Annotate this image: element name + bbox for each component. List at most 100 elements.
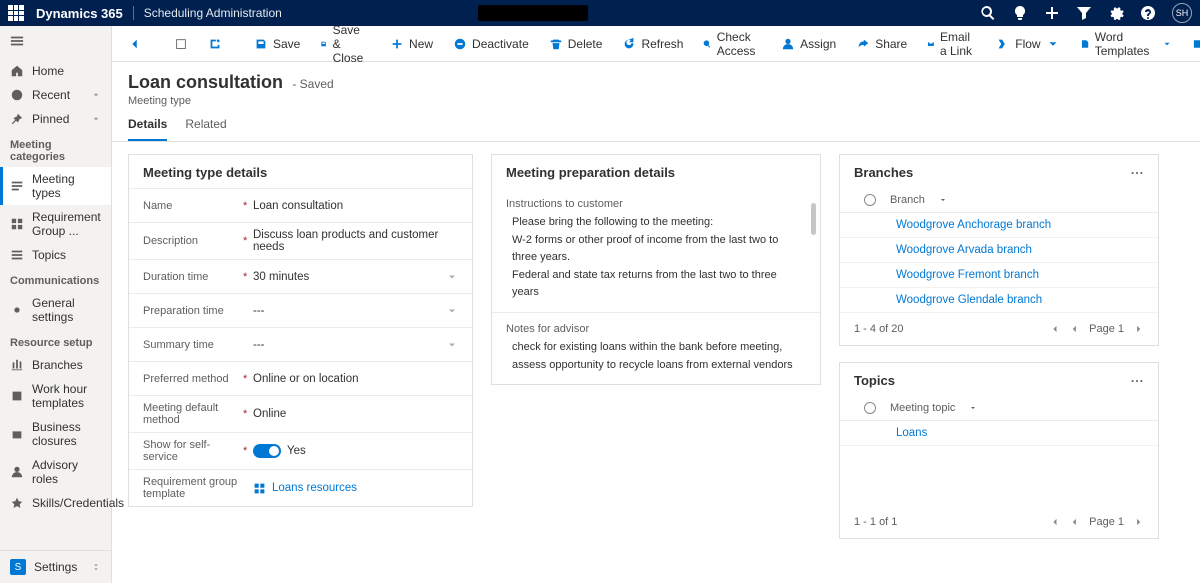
sidebar-label: Work hour templates [32, 382, 101, 410]
pager-first-icon[interactable] [1049, 324, 1059, 334]
chevron-down-icon[interactable] [446, 339, 458, 351]
sidebar-label: Topics [32, 248, 66, 262]
chevron-down-icon[interactable] [446, 305, 458, 317]
pager-prev-icon[interactable] [1069, 324, 1079, 334]
open-record-set-button[interactable] [166, 33, 196, 55]
delete-button[interactable]: Delete [541, 33, 611, 55]
pager-next-icon[interactable] [1134, 517, 1144, 527]
refresh-button[interactable]: Refresh [614, 33, 691, 55]
chevron-down-icon[interactable] [446, 271, 458, 283]
sidebar-settings-button[interactable]: S Settings [0, 550, 111, 583]
chevron-down-icon [939, 196, 947, 204]
check-access-button[interactable]: Check Access [695, 26, 769, 62]
card-title: Meeting preparation details [492, 155, 820, 188]
sidebar-item-closures[interactable]: Business closures [0, 415, 111, 453]
topics-pager: 1 - 1 of 1 Page 1 [840, 506, 1158, 538]
more-icon[interactable] [1130, 374, 1144, 388]
sidebar-item-advisory[interactable]: Advisory roles [0, 453, 111, 491]
tab-details[interactable]: Details [128, 117, 167, 141]
help-icon[interactable] [1140, 5, 1156, 21]
main-area: Save Save & Close New Deactivate Delete … [112, 26, 1200, 583]
lookup-link[interactable]: Loans resources [272, 482, 357, 494]
meeting-type-details-card: Meeting type details Name*Loan consultat… [128, 154, 473, 507]
field-default-method[interactable]: Meeting default method*Online [129, 395, 472, 432]
notes-label: Notes for advisor [506, 323, 806, 335]
assign-button[interactable]: Assign [773, 33, 844, 55]
save-button[interactable]: Save [246, 33, 308, 55]
back-button[interactable] [120, 33, 150, 55]
chevron-down-icon [1046, 37, 1060, 51]
sidebar-label: Settings [34, 560, 77, 574]
list-item[interactable]: Woodgrove Anchorage branch [840, 213, 1158, 238]
user-avatar[interactable]: SH [1172, 3, 1192, 23]
sidebar-item-general-settings[interactable]: General settings [0, 291, 111, 329]
chevron-down-icon [91, 90, 101, 100]
run-report-button[interactable]: Run Report [1184, 26, 1200, 62]
pager-prev-icon[interactable] [1069, 517, 1079, 527]
field-req-group[interactable]: Requirement group templateLoans resource… [129, 469, 472, 506]
list-item[interactable]: Woodgrove Arvada branch [840, 238, 1158, 263]
more-icon[interactable] [1130, 166, 1144, 180]
sidebar-item-skills[interactable]: Skills/Credentials [0, 491, 111, 515]
field-duration[interactable]: Duration time*30 minutes [129, 259, 472, 293]
popout-button[interactable] [200, 33, 230, 55]
gear-icon[interactable] [1108, 5, 1124, 21]
email-link-button[interactable]: Email a Link [919, 26, 984, 62]
scrollbar-thumb[interactable] [811, 203, 816, 235]
flow-button[interactable]: Flow [988, 33, 1067, 55]
lookup-icon [253, 482, 266, 495]
sidebar-label: Home [32, 64, 64, 78]
search-icon[interactable] [980, 5, 996, 21]
chevron-down-icon [91, 114, 101, 124]
list-item[interactable]: Woodgrove Glendale branch [840, 288, 1158, 313]
sidebar-item-req-group[interactable]: Requirement Group ... [0, 205, 111, 243]
sidebar-item-meeting-types[interactable]: Meeting types [0, 167, 111, 205]
lightbulb-icon[interactable] [1012, 5, 1028, 21]
sidebar-label: Recent [32, 88, 70, 102]
notes-body[interactable]: check for existing loans within the bank… [506, 339, 806, 374]
toggle-self-service[interactable] [253, 444, 281, 458]
record-type: Meeting type [128, 95, 1184, 107]
command-bar: Save Save & Close New Deactivate Delete … [112, 26, 1200, 62]
field-self-service[interactable]: Show for self-service*Yes [129, 432, 472, 469]
sidebar-item-work-hours[interactable]: Work hour templates [0, 377, 111, 415]
module-label: Scheduling Administration [133, 6, 282, 20]
field-name[interactable]: Name*Loan consultation [129, 188, 472, 222]
brand-label: Dynamics 365 [36, 6, 123, 21]
sidebar-item-recent[interactable]: Recent [0, 83, 111, 107]
sidebar-label: Skills/Credentials [32, 496, 124, 510]
sidebar-item-topics[interactable]: Topics [0, 243, 111, 267]
sidebar-item-branches[interactable]: Branches [0, 353, 111, 377]
topics-col-header[interactable]: Meeting topic [840, 396, 1158, 421]
new-button[interactable]: New [382, 33, 441, 55]
card-title: Meeting type details [129, 155, 472, 188]
app-launcher-icon[interactable] [8, 5, 24, 21]
topics-card: Topics Meeting topic Loans 1 - 1 of 1 Pa… [839, 362, 1159, 539]
share-button[interactable]: Share [848, 33, 915, 55]
tab-related[interactable]: Related [185, 117, 226, 141]
field-preferred-method[interactable]: Preferred method*Online or on location [129, 361, 472, 395]
deactivate-button[interactable]: Deactivate [445, 33, 537, 55]
field-prep-time[interactable]: Preparation time--- [129, 293, 472, 327]
select-all-radio[interactable] [864, 194, 876, 206]
branches-col-header[interactable]: Branch [840, 188, 1158, 213]
field-description[interactable]: Description*Discuss loan products and cu… [129, 222, 472, 259]
sidebar-item-pinned[interactable]: Pinned [0, 107, 111, 131]
hamburger-icon[interactable] [0, 26, 111, 59]
filter-icon[interactable] [1076, 5, 1092, 21]
instr-body[interactable]: Please bring the following to the meetin… [506, 214, 806, 302]
form-content: Meeting type details Name*Loan consultat… [112, 142, 1200, 583]
list-item[interactable]: Loans [840, 421, 1158, 446]
list-item[interactable]: Woodgrove Fremont branch [840, 263, 1158, 288]
settings-badge-icon: S [10, 559, 26, 575]
word-templates-button[interactable]: Word Templates [1072, 26, 1181, 62]
pager-next-icon[interactable] [1134, 324, 1144, 334]
plus-icon[interactable] [1044, 5, 1060, 21]
sidebar-item-home[interactable]: Home [0, 59, 111, 83]
sidebar-label: Advisory roles [32, 458, 101, 486]
pager-first-icon[interactable] [1049, 517, 1059, 527]
field-summary-time[interactable]: Summary time--- [129, 327, 472, 361]
sidebar-label: Branches [32, 358, 83, 372]
select-all-radio[interactable] [864, 402, 876, 414]
sidebar-label: Pinned [32, 112, 69, 126]
